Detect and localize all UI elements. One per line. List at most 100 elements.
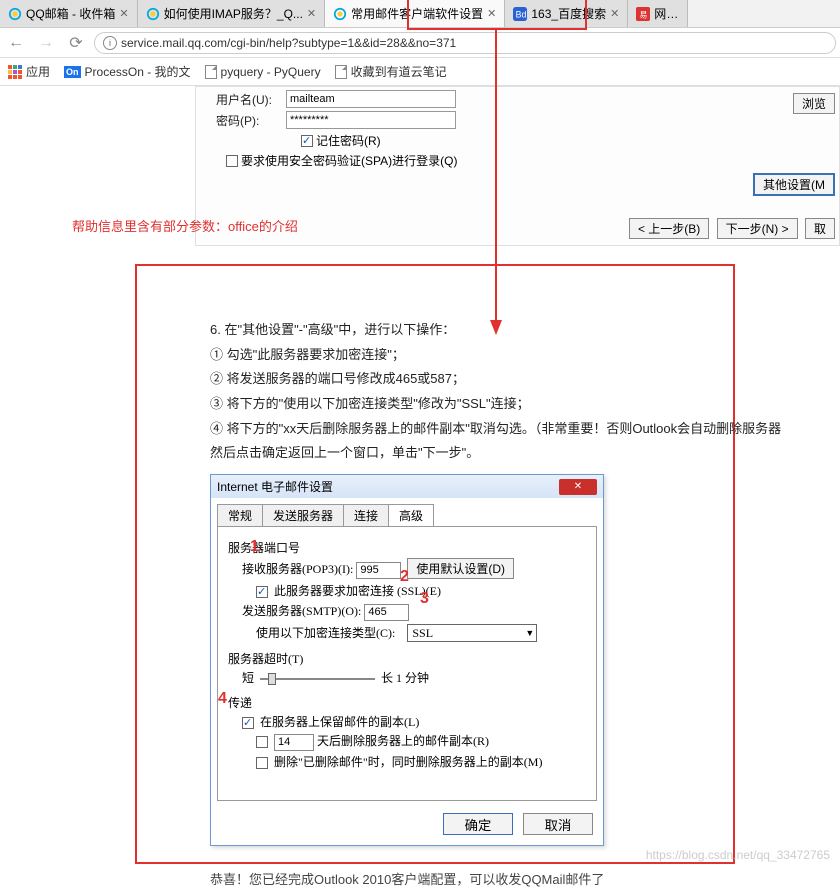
annotation-num-1: 1 bbox=[250, 538, 259, 556]
bookmark-label: pyquery - PyQuery bbox=[221, 65, 321, 79]
bookmark-processon[interactable]: On ProcessOn - 我的文 bbox=[64, 63, 191, 80]
back-button[interactable]: ← bbox=[4, 31, 28, 55]
bookmark-label: ProcessOn - 我的文 bbox=[85, 63, 191, 80]
help-line: 然后点击确定返回上一个窗口，单击"下一步"。 bbox=[210, 441, 830, 466]
keep-copy-label: 在服务器上保留邮件的副本(L) bbox=[260, 715, 419, 729]
dialog-title: Internet 电子邮件设置 bbox=[217, 478, 333, 495]
dialog-titlebar: Internet 电子邮件设置 ✕ bbox=[211, 475, 603, 498]
enc-type-combo[interactable]: SSL ▼ bbox=[407, 624, 537, 642]
close-icon[interactable]: ✕ bbox=[487, 7, 496, 20]
tab-163mail[interactable]: 易 网易邮 bbox=[628, 0, 688, 27]
tab-imap[interactable]: 如何使用IMAP服务？_Q... ✕ bbox=[138, 0, 326, 27]
pop3-label: 接收服务器(POP3)(I): bbox=[242, 562, 353, 576]
ssl-required-checkbox[interactable] bbox=[256, 586, 268, 598]
password-input[interactable] bbox=[286, 111, 456, 129]
cancel-button[interactable]: 取 bbox=[805, 218, 835, 239]
processon-icon: On bbox=[64, 66, 81, 78]
apps-button[interactable]: 应用 bbox=[8, 63, 50, 80]
section-port: 服务器端口号 bbox=[228, 539, 586, 556]
help-line: ③ 将下方的"使用以下加密连接类型"修改为"SSL"连接； bbox=[210, 392, 830, 417]
bookmark-youdao[interactable]: 收藏到有道云笔记 bbox=[335, 63, 447, 80]
tab-outgoing[interactable]: 发送服务器 bbox=[262, 504, 344, 526]
spa-checkbox[interactable] bbox=[226, 155, 238, 167]
svg-text:Bd: Bd bbox=[516, 9, 527, 19]
watermark: https://blog.csdn.net/qq_33472765 bbox=[646, 848, 830, 862]
url-input[interactable]: i service.mail.qq.com/cgi-bin/help?subty… bbox=[94, 32, 836, 54]
delete-after-checkbox[interactable] bbox=[256, 736, 268, 748]
page-content: 用户名(U): 密码(P): 记住密码(R) 要求使用安全密码验证(SPA)进行… bbox=[0, 86, 840, 883]
timeout-short: 短 bbox=[242, 671, 254, 685]
annotation-num-3: 3 bbox=[420, 590, 429, 608]
baidu-icon: Bd bbox=[513, 7, 527, 21]
ssl-required-label: 此服务器要求加密连接 (SSL)(E) bbox=[274, 584, 441, 598]
tab-advanced[interactable]: 高级 bbox=[388, 504, 434, 526]
delete-after-label: 天后删除服务器上的邮件副本(R) bbox=[317, 734, 489, 748]
dialog-tabs: 常规 发送服务器 连接 高级 bbox=[217, 504, 597, 526]
timeout-slider[interactable] bbox=[260, 678, 375, 680]
remember-label: 记住密码(R) bbox=[316, 132, 381, 149]
tab-qqmail[interactable]: QQ邮箱 - 收件箱 ✕ bbox=[0, 0, 138, 27]
enc-type-label: 使用以下加密连接类型(C): bbox=[256, 626, 395, 640]
help-line: ② 将发送服务器的端口号修改成465或587； bbox=[210, 367, 830, 392]
delete-deleted-label: 删除"已删除邮件"时，同时删除服务器上的副本(M) bbox=[274, 755, 542, 769]
bookmark-pyquery[interactable]: pyquery - PyQuery bbox=[205, 65, 321, 79]
chevron-down-icon: ▼ bbox=[525, 628, 534, 638]
dialog-close-button[interactable]: ✕ bbox=[559, 479, 597, 495]
tab-general[interactable]: 常规 bbox=[217, 504, 263, 526]
delete-deleted-checkbox[interactable] bbox=[256, 757, 268, 769]
days-input[interactable] bbox=[274, 734, 314, 751]
close-icon[interactable]: ✕ bbox=[307, 7, 316, 20]
annotation-num-2: 2 bbox=[400, 568, 409, 586]
doc-icon bbox=[335, 65, 347, 79]
ok-button[interactable]: 确定 bbox=[443, 813, 513, 835]
close-icon[interactable]: ✕ bbox=[119, 7, 128, 20]
use-default-button[interactable]: 使用默认设置(D) bbox=[407, 558, 514, 579]
browser-tab-strip: QQ邮箱 - 收件箱 ✕ 如何使用IMAP服务？_Q... ✕ 常用邮件客户端软… bbox=[0, 0, 840, 28]
svg-text:易: 易 bbox=[640, 10, 648, 19]
tab-163search[interactable]: Bd 163_百度搜索 ✕ bbox=[505, 0, 628, 27]
close-icon[interactable]: ✕ bbox=[610, 7, 619, 20]
tab-connection[interactable]: 连接 bbox=[343, 504, 389, 526]
keep-copy-checkbox[interactable] bbox=[242, 717, 254, 729]
annotation-note: 帮助信息里含有部分参数：office的介绍 bbox=[72, 216, 298, 235]
reload-button[interactable]: ⟳ bbox=[64, 31, 88, 55]
tab-mailclient[interactable]: 常用邮件客户端软件设置 ✕ bbox=[325, 0, 505, 27]
username-input[interactable] bbox=[286, 90, 456, 108]
bookmark-label: 收藏到有道云笔记 bbox=[351, 63, 447, 80]
next-button[interactable]: 下一步(N) > bbox=[717, 218, 798, 239]
internet-mail-settings-dialog: Internet 电子邮件设置 ✕ 常规 发送服务器 连接 高级 服务器端口号 … bbox=[210, 474, 604, 846]
help-line: ① 勾选"此服务器要求加密连接"； bbox=[210, 343, 830, 368]
timeout-long: 长 1 分钟 bbox=[381, 671, 429, 685]
username-label: 用户名(U): bbox=[216, 91, 286, 108]
help-line: ④ 将下方的"xx天后删除服务器上的邮件副本"取消勾选。（非常重要！否则Outl… bbox=[210, 417, 830, 442]
cancel-button[interactable]: 取消 bbox=[523, 813, 593, 835]
tab-label: 163_百度搜索 bbox=[531, 5, 606, 22]
smtp-label: 发送服务器(SMTP)(O): bbox=[242, 604, 361, 618]
dialog-footer: 确定 取消 bbox=[211, 807, 603, 845]
tab-label: 如何使用IMAP服务？_Q... bbox=[164, 5, 303, 22]
section-delivery: 传递 bbox=[228, 694, 586, 711]
bookmark-bar: 应用 On ProcessOn - 我的文 pyquery - PyQuery … bbox=[0, 58, 840, 86]
apps-icon bbox=[8, 65, 22, 79]
site-info-icon[interactable]: i bbox=[103, 36, 117, 50]
tab-label: 常用邮件客户端软件设置 bbox=[351, 5, 483, 22]
address-bar: ← → ⟳ i service.mail.qq.com/cgi-bin/help… bbox=[0, 28, 840, 58]
other-settings-button[interactable]: 其他设置(M bbox=[753, 173, 835, 196]
qq-icon bbox=[8, 7, 22, 21]
spa-label: 要求使用安全密码验证(SPA)进行登录(Q) bbox=[241, 152, 457, 169]
password-label: 密码(P): bbox=[216, 112, 286, 129]
netease-icon: 易 bbox=[636, 7, 650, 21]
smtp-port-input[interactable] bbox=[364, 604, 409, 621]
combo-value: SSL bbox=[412, 626, 433, 641]
help-line: 6. 在"其他设置"-"高级"中，进行以下操作： bbox=[210, 318, 830, 343]
forward-button[interactable]: → bbox=[34, 31, 58, 55]
url-text: service.mail.qq.com/cgi-bin/help?subtype… bbox=[121, 36, 456, 50]
pop3-port-input[interactable] bbox=[356, 562, 401, 579]
tab-label: 网易邮 bbox=[654, 5, 679, 22]
prev-button[interactable]: < 上一步(B) bbox=[629, 218, 709, 239]
remember-password-checkbox[interactable] bbox=[301, 135, 313, 147]
tab-label: QQ邮箱 - 收件箱 bbox=[26, 5, 115, 22]
section-timeout: 服务器超时(T) bbox=[228, 650, 586, 667]
footer-congrats: 恭喜！您已经完成Outlook 2010客户端配置，可以收发QQMail邮件了 bbox=[210, 869, 604, 888]
browse-button[interactable]: 浏览 bbox=[793, 93, 835, 114]
